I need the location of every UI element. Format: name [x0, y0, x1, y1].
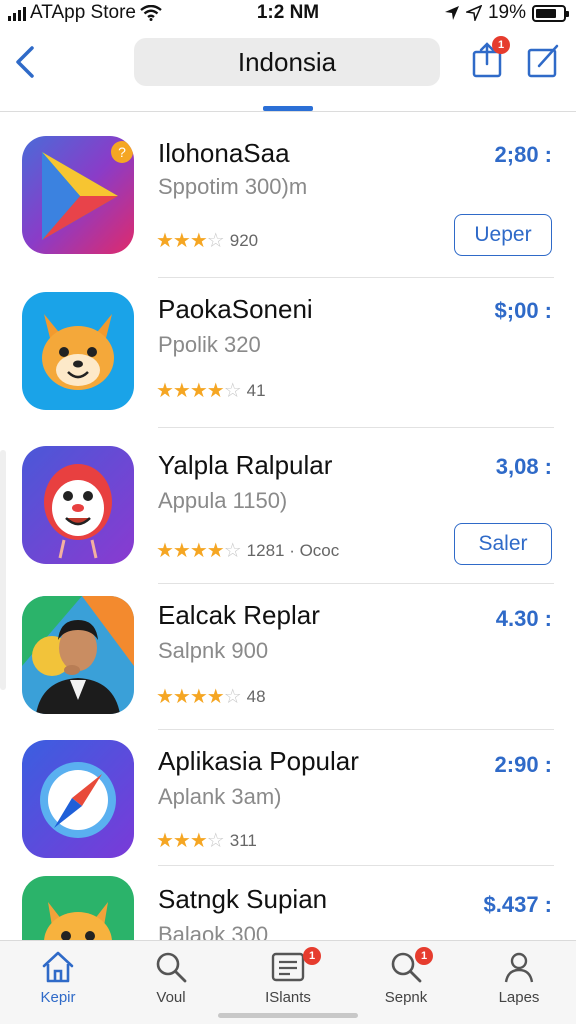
compose-icon: [527, 44, 559, 78]
app-name: Satngk Supian: [158, 884, 328, 914]
app-row[interactable]: Aplikasia Popular Aplank 3am) ★★★☆ 311 2…: [0, 730, 576, 866]
share-button[interactable]: 1: [470, 36, 510, 80]
app-row[interactable]: ? IlohonaSaa Sppotim 300)m ★★★☆ 920 2;80…: [0, 112, 576, 278]
bottom-tab-bar: Kepir Voul 1 ISlants 1 Sepnk Lapes: [0, 940, 576, 1024]
search-icon: [156, 952, 187, 983]
app-price: 3,08 :: [495, 454, 552, 479]
star-rating-icon: ★★★☆: [156, 230, 225, 252]
tab-badge: 1: [415, 947, 433, 965]
app-subtitle: Appula 1150): [158, 488, 288, 513]
app-row[interactable]: Satngk Supian Balaok 300 $.437 :: [0, 866, 576, 994]
rating-count: 41: [246, 380, 266, 400]
tab-home[interactable]: Kepir: [13, 949, 103, 1019]
rating-count: 311: [229, 830, 257, 850]
svg-text:?: ?: [118, 144, 126, 160]
bird-app-icon[interactable]: [22, 446, 134, 564]
star-rating-icon: ★★★★☆: [156, 540, 242, 562]
tab-label: Voul: [156, 989, 186, 1006]
compass-app-icon[interactable]: [22, 740, 134, 858]
app-rating: ★★★★☆ 41: [156, 378, 266, 403]
app-name: Aplikasia Popular: [158, 746, 359, 776]
app-name: IlohonaSaa: [158, 138, 290, 168]
tab-label: ISlants: [265, 989, 311, 1006]
app-price: 4.30 :: [495, 606, 552, 631]
page-title[interactable]: Indonsia: [134, 38, 440, 86]
app-price: $.437 :: [483, 892, 553, 917]
star-rating-icon: ★★★★☆: [156, 380, 242, 402]
tab-label: Kepir: [40, 989, 76, 1006]
location-arrow-icon: [444, 6, 459, 20]
battery-percent: 19%: [487, 2, 526, 23]
app-rating: ★★★★☆ 48: [156, 684, 266, 709]
app-price: 2:90 :: [494, 752, 552, 777]
back-chevron-icon[interactable]: [10, 42, 40, 82]
tab-badge: 1: [303, 947, 321, 965]
app-subtitle: Salpnk 900: [158, 638, 269, 663]
status-bar: ATApp Store 1:2 NM 19%: [0, 0, 576, 26]
app-row[interactable]: Yalpla Ralpular Appula 1150) ★★★★☆ 1281 …: [0, 428, 576, 584]
tab-sepnk[interactable]: 1 Sepnk: [361, 947, 451, 1019]
play-store-app-icon[interactable]: ?: [22, 136, 134, 254]
fox-app-icon[interactable]: [22, 292, 134, 410]
person-icon: [504, 952, 534, 983]
tab-label: Lapes: [498, 989, 540, 1006]
app-name: Ealcak Replar: [158, 600, 320, 630]
update-button[interactable]: Ueper: [454, 214, 552, 256]
share-badge: 1: [492, 36, 510, 54]
rating-count: 48: [246, 686, 266, 706]
home-indicator: [218, 1013, 358, 1018]
app-subtitle: Sppotim 300)m: [158, 174, 308, 199]
star-rating-icon: ★★★☆: [156, 830, 225, 852]
tab-label: Sepnk: [384, 989, 428, 1006]
app-rating: ★★★☆ 311: [156, 828, 257, 853]
app-row[interactable]: Ealcak Replar Salpnk 900 ★★★★☆ 48 4.30 :: [0, 584, 576, 730]
battery-icon: [532, 4, 569, 22]
app-row[interactable]: PaokaSoneni Ppolik 320 ★★★★☆ 41 $;00 :: [0, 278, 576, 428]
tab-lapes[interactable]: Lapes: [474, 949, 564, 1019]
person-photo-app-icon[interactable]: [22, 596, 134, 714]
app-price: $;00 :: [494, 298, 552, 323]
app-subtitle: Aplank 3am): [158, 784, 282, 809]
app-name: Yalpla Ralpular: [158, 450, 333, 480]
app-subtitle: Ppolik 320: [158, 332, 261, 357]
list-icon: [271, 952, 305, 982]
location-outline-icon: [465, 5, 482, 21]
app-rating: ★★★☆ 920: [156, 228, 258, 253]
app-store-screen: ATApp Store 1:2 NM 19% Indonsia 1 ? Iloh…: [0, 0, 576, 1024]
tab-islants[interactable]: 1 ISlants: [243, 947, 333, 1019]
app-rating: ★★★★☆ 1281 · Ococ: [156, 538, 339, 563]
sale-button[interactable]: Saler: [454, 523, 552, 565]
navigation-bar: Indonsia 1: [0, 26, 576, 112]
tab-voul[interactable]: Voul: [126, 949, 216, 1019]
compose-button[interactable]: [526, 40, 562, 80]
app-price: 2;80 :: [494, 142, 552, 167]
status-right: 19%: [444, 2, 569, 24]
home-icon: [42, 951, 74, 983]
app-name: PaokaSoneni: [158, 294, 313, 324]
scroll-indicator[interactable]: [0, 450, 6, 690]
star-rating-icon: ★★★★☆: [156, 686, 242, 708]
tab-indicator: [263, 106, 313, 111]
rating-count: 1281 · Ococ: [246, 540, 340, 560]
rating-count: 920: [229, 230, 259, 250]
